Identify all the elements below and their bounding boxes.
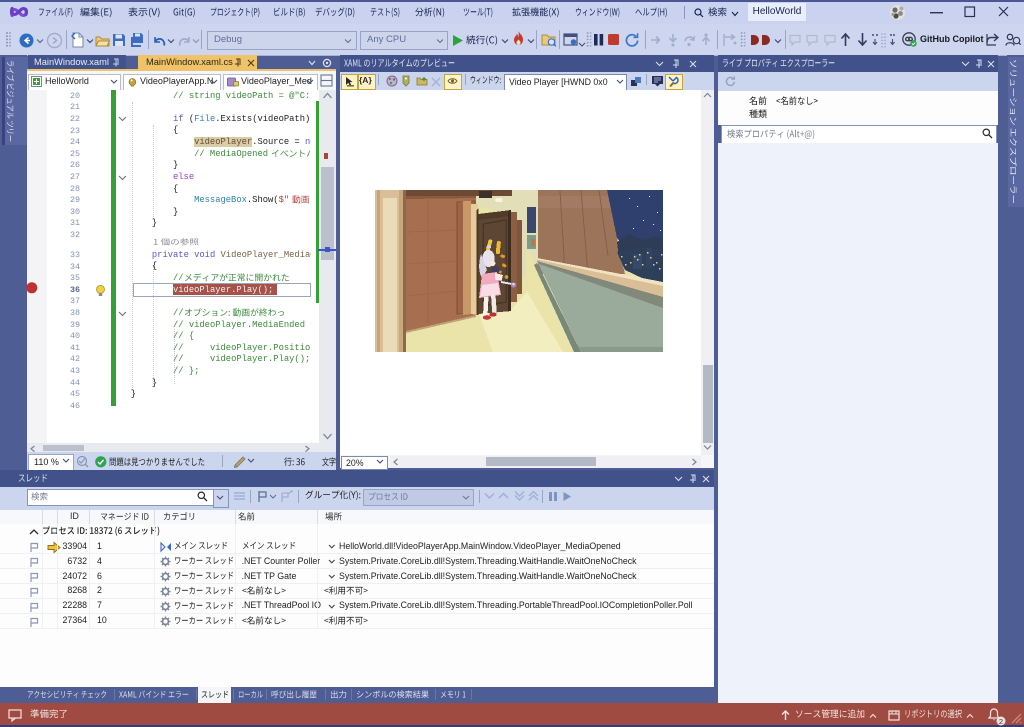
svg-text:2: 2 [999, 717, 1003, 726]
